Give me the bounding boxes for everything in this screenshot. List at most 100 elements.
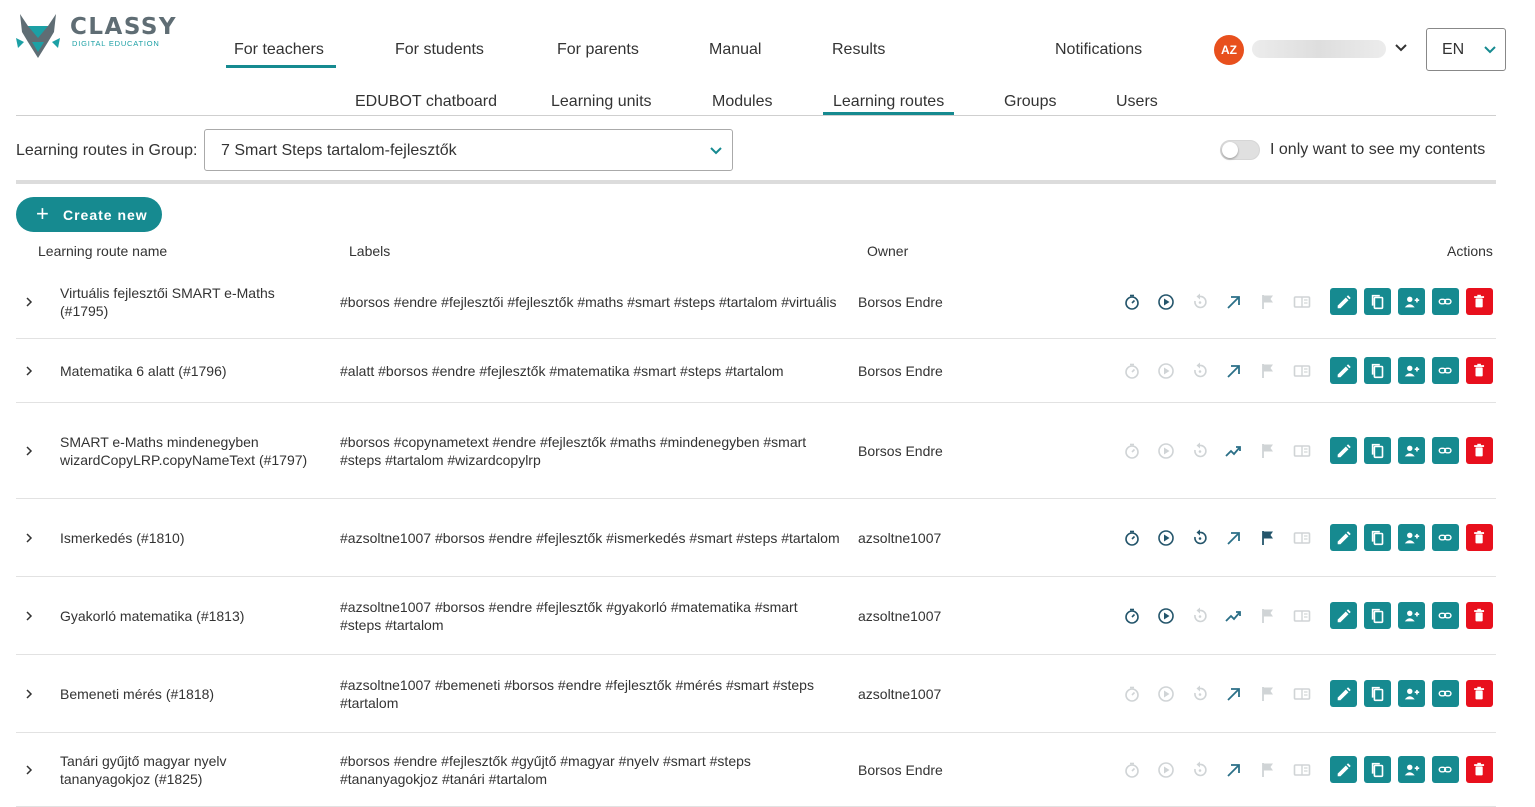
play-circle-icon[interactable] — [1156, 292, 1176, 312]
link-button[interactable] — [1432, 524, 1459, 551]
share-user-button[interactable] — [1398, 287, 1425, 315]
table-row[interactable]: Virtuális fejlesztői SMART e-Maths (#179… — [16, 264, 1496, 339]
group-select[interactable]: 7 Smart Steps tartalom-fejlesztők — [204, 129, 733, 171]
nav-manual[interactable]: Manual — [709, 41, 761, 59]
person-add-icon — [1404, 445, 1420, 457]
edit-button[interactable] — [1330, 357, 1357, 384]
copy-button[interactable] — [1364, 287, 1391, 315]
arrow-up-right-icon[interactable] — [1224, 760, 1244, 780]
share-user-button[interactable] — [1398, 524, 1425, 551]
tab-users[interactable]: Users — [1116, 93, 1158, 111]
chevron-right-icon[interactable] — [24, 610, 34, 622]
trending-up-icon[interactable] — [1224, 441, 1244, 461]
nav-results[interactable]: Results — [832, 41, 885, 59]
arrow-up-right-icon[interactable] — [1224, 684, 1244, 704]
avatar[interactable]: AZ — [1214, 35, 1244, 65]
copy-icon — [1371, 363, 1384, 379]
trending-up-icon[interactable] — [1224, 606, 1244, 626]
table-row[interactable]: SMART e-Maths mindenegyben wizardCopyLRP… — [16, 403, 1496, 499]
play-circle-icon — [1158, 762, 1174, 778]
timer-icon[interactable] — [1122, 292, 1142, 312]
my-contents-toggle[interactable] — [1220, 140, 1260, 160]
timer-icon[interactable] — [1122, 528, 1142, 548]
delete-button[interactable] — [1466, 756, 1493, 783]
table-row[interactable]: Ismerkedés (#1810) #azsoltne1007 #borsos … — [16, 499, 1496, 577]
edit-button[interactable] — [1330, 437, 1357, 464]
copy-button[interactable] — [1364, 437, 1391, 464]
link-button[interactable] — [1432, 357, 1459, 384]
replay-icon[interactable] — [1190, 528, 1210, 548]
delete-button[interactable] — [1466, 680, 1493, 707]
table-row[interactable]: Matematika 6 alatt (#1796) #alatt #borsos… — [16, 339, 1496, 403]
share-user-button[interactable] — [1398, 680, 1425, 707]
table-row[interactable]: Gyakorló matematika (#1813) #azsoltne1007… — [16, 577, 1496, 655]
link-button[interactable] — [1432, 602, 1459, 629]
edit-button[interactable] — [1330, 287, 1357, 315]
route-name: Bemeneti mérés (#1818) — [60, 686, 215, 702]
edit-button[interactable] — [1330, 680, 1357, 707]
table-row[interactable]: Tanári gyűjtő magyar nyelv tananyagokjoz… — [16, 733, 1496, 807]
table-row[interactable]: Bemeneti mérés (#1818) #azsoltne1007 #bem… — [16, 655, 1496, 733]
nav-for-students[interactable]: For students — [395, 41, 484, 59]
nav-for-parents[interactable]: For parents — [557, 41, 639, 59]
column-header-owner: Owner — [867, 243, 909, 259]
tab-edubot-chatboard[interactable]: EDUBOT chatboard — [355, 93, 497, 111]
arrow-up-right-icon[interactable] — [1224, 361, 1244, 381]
flag-icon[interactable] — [1258, 528, 1278, 548]
chevron-right-icon[interactable] — [24, 532, 34, 544]
delete-button[interactable] — [1466, 437, 1493, 464]
route-owner: azsoltne1007 — [858, 530, 942, 546]
copy-button[interactable] — [1364, 524, 1391, 551]
trash-icon — [1474, 762, 1485, 776]
tab-learning-units[interactable]: Learning units — [551, 93, 652, 111]
share-user-button[interactable] — [1398, 437, 1425, 464]
link-button[interactable] — [1432, 680, 1459, 707]
classy-logo[interactable]: CLASSY DIGITAL EDUCATION — [14, 12, 184, 62]
create-new-button[interactable]: + Create new — [16, 197, 162, 232]
chevron-right-icon[interactable] — [24, 764, 34, 776]
play-circle-icon[interactable] — [1156, 528, 1176, 548]
share-user-button[interactable] — [1398, 357, 1425, 384]
timer-icon — [1125, 762, 1139, 778]
route-labels: #borsos #copynametext #endre #fejlesztők… — [340, 434, 807, 468]
share-user-button[interactable] — [1398, 602, 1425, 629]
chevron-right-icon[interactable] — [24, 445, 34, 457]
tab-learning-routes[interactable]: Learning routes — [822, 93, 955, 115]
copy-button[interactable] — [1364, 602, 1391, 629]
user-name-blurred[interactable] — [1252, 40, 1386, 58]
arrow-up-right-icon[interactable] — [1224, 528, 1244, 548]
copy-button[interactable] — [1364, 357, 1391, 384]
edit-button[interactable] — [1330, 602, 1357, 629]
route-name: Ismerkedés (#1810) — [60, 530, 185, 546]
route-labels: #azsoltne1007 #borsos #endre #fejlesztők… — [340, 599, 798, 633]
route-labels: #alatt #borsos #endre #fejlesztők #matem… — [340, 363, 784, 379]
timer-icon[interactable] — [1122, 606, 1142, 626]
edit-button[interactable] — [1330, 524, 1357, 551]
replay-icon — [1194, 761, 1207, 777]
tab-modules[interactable]: Modules — [712, 93, 772, 111]
delete-button[interactable] — [1466, 287, 1493, 315]
chevron-down-icon[interactable] — [1393, 38, 1409, 58]
chevron-right-icon[interactable] — [24, 365, 34, 377]
edit-button[interactable] — [1330, 756, 1357, 783]
route-name: SMART e-Maths mindenegyben wizardCopyLRP… — [60, 434, 308, 468]
route-owner: Borsos Endre — [858, 363, 943, 379]
copy-button[interactable] — [1364, 680, 1391, 707]
delete-button[interactable] — [1466, 602, 1493, 629]
chevron-right-icon[interactable] — [24, 296, 34, 308]
link-button[interactable] — [1432, 287, 1459, 315]
arrow-up-right-icon[interactable] — [1224, 292, 1244, 312]
link-icon — [1438, 690, 1452, 697]
delete-button[interactable] — [1466, 524, 1493, 551]
nav-notifications[interactable]: Notifications — [1055, 41, 1142, 59]
link-button[interactable] — [1432, 756, 1459, 783]
share-user-button[interactable] — [1398, 756, 1425, 783]
copy-button[interactable] — [1364, 756, 1391, 783]
chevron-right-icon[interactable] — [24, 688, 34, 700]
delete-button[interactable] — [1466, 357, 1493, 384]
play-circle-icon[interactable] — [1156, 606, 1176, 626]
link-button[interactable] — [1432, 437, 1459, 464]
nav-for-teachers[interactable]: For teachers — [226, 41, 336, 68]
tab-groups[interactable]: Groups — [1004, 93, 1056, 111]
language-select[interactable]: EN — [1426, 28, 1506, 71]
